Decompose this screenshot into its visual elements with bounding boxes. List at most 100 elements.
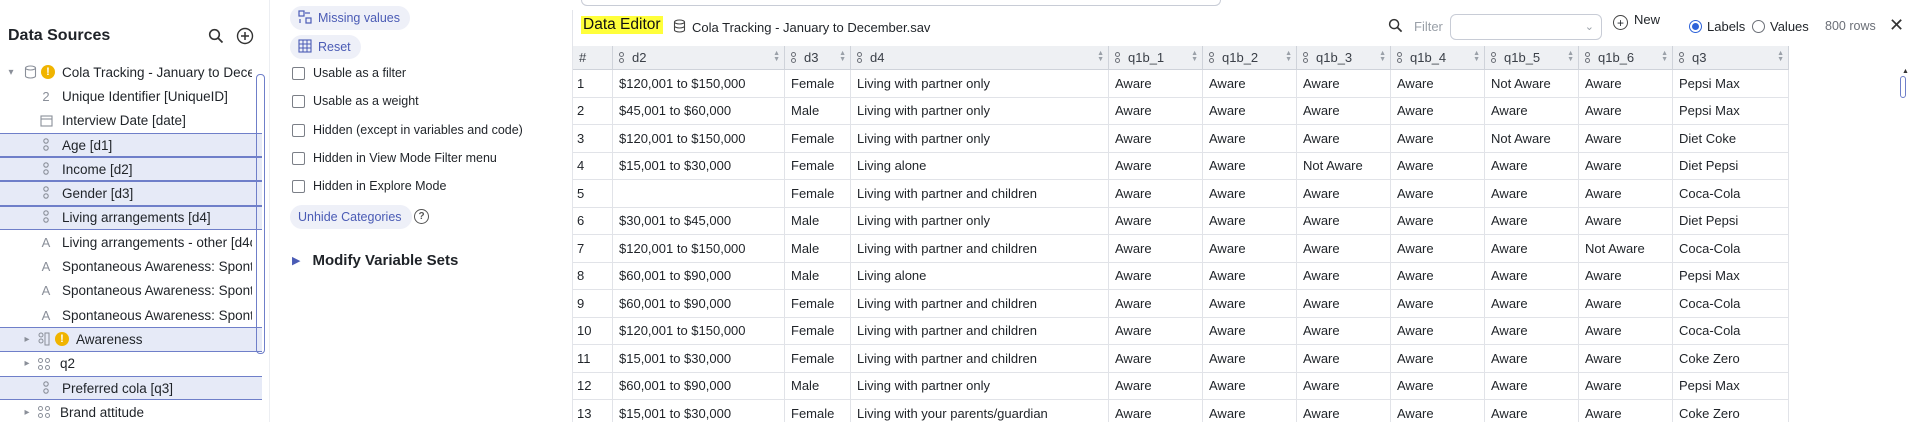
table-cell[interactable]: $60,001 to $90,000 xyxy=(613,372,785,400)
table-cell[interactable] xyxy=(613,180,785,208)
hidden-explore-mode-checkbox[interactable]: Hidden in Explore Mode xyxy=(292,176,446,196)
table-cell[interactable]: Living with partner and children xyxy=(851,235,1109,263)
table-cell[interactable]: Female xyxy=(785,400,851,422)
table-cell[interactable]: $120,001 to $150,000 xyxy=(613,70,785,98)
caret-down-icon[interactable]: ▾ xyxy=(6,67,16,78)
table-cell[interactable]: Aware xyxy=(1203,125,1297,153)
usable-as-filter-checkbox[interactable]: Usable as a filter xyxy=(292,63,406,83)
table-cell[interactable]: Coke Zero xyxy=(1673,400,1789,422)
table-cell[interactable]: Aware xyxy=(1297,262,1391,290)
table-cell[interactable]: Aware xyxy=(1203,235,1297,263)
table-cell[interactable]: Aware xyxy=(1485,207,1579,235)
column-header[interactable]: q1b_3 ▲ ▼ xyxy=(1297,46,1391,70)
unhide-categories-button[interactable]: Unhide Categories xyxy=(290,205,412,229)
table-cell[interactable]: $15,001 to $30,000 xyxy=(613,345,785,373)
table-cell[interactable]: Aware xyxy=(1297,207,1391,235)
caret-right-icon[interactable]: ▸ xyxy=(22,334,32,345)
table-cell[interactable]: Aware xyxy=(1203,290,1297,318)
labels-radio[interactable]: Labels xyxy=(1689,19,1745,34)
table-cell[interactable]: Aware xyxy=(1579,70,1673,98)
table-cell[interactable]: Male xyxy=(785,262,851,290)
column-header[interactable]: q1b_2 ▲ ▼ xyxy=(1203,46,1297,70)
table-cell[interactable]: Aware xyxy=(1391,180,1485,208)
sort-arrows-icon[interactable]: ▲ ▼ xyxy=(1567,50,1574,63)
table-cell[interactable]: Female xyxy=(785,317,851,345)
table-cell[interactable]: Aware xyxy=(1391,262,1485,290)
column-header[interactable]: q3 ▲ ▼ xyxy=(1673,46,1789,70)
table-cell[interactable]: Female xyxy=(785,70,851,98)
column-header[interactable]: d4 ▲ ▼ xyxy=(851,46,1109,70)
column-header[interactable]: q1b_5 ▲ ▼ xyxy=(1485,46,1579,70)
table-cell[interactable]: Living with partner only xyxy=(851,70,1109,98)
table-cell[interactable]: Aware xyxy=(1109,235,1203,263)
table-cell[interactable]: Aware xyxy=(1579,152,1673,180)
table-cell[interactable]: Diet Coke xyxy=(1673,125,1789,153)
table-cell[interactable]: Coca-Cola xyxy=(1673,290,1789,318)
tree-item[interactable]: Living arrangements [d4] xyxy=(0,205,262,231)
table-cell[interactable]: Female xyxy=(785,180,851,208)
table-cell[interactable]: Aware xyxy=(1109,345,1203,373)
sort-arrows-icon[interactable]: ▲ ▼ xyxy=(1473,50,1480,63)
table-cell[interactable]: Aware xyxy=(1297,345,1391,373)
tree-item[interactable]: Income [d2] xyxy=(0,157,262,182)
add-circle-icon[interactable] xyxy=(233,24,257,48)
table-cell[interactable]: Aware xyxy=(1109,97,1203,125)
tree-item[interactable]: Age [d1] xyxy=(0,132,262,158)
table-cell[interactable]: Male xyxy=(785,372,851,400)
table-cell[interactable]: $15,001 to $30,000 xyxy=(613,400,785,422)
table-cell[interactable]: Aware xyxy=(1579,262,1673,290)
table-cell[interactable]: Living with partner only xyxy=(851,372,1109,400)
reset-button[interactable]: Reset xyxy=(290,35,361,59)
table-cell[interactable]: Aware xyxy=(1109,207,1203,235)
table-cell[interactable]: Aware xyxy=(1203,207,1297,235)
table-cell[interactable]: $45,001 to $60,000 xyxy=(613,97,785,125)
table-cell[interactable]: Living alone xyxy=(851,262,1109,290)
scroll-up-arrow-icon[interactable]: ▲ xyxy=(1902,68,1909,75)
table-cell[interactable]: Female xyxy=(785,345,851,373)
usable-as-weight-checkbox[interactable]: Usable as a weight xyxy=(292,91,419,111)
table-cell[interactable]: Not Aware xyxy=(1485,125,1579,153)
table-cell[interactable]: Aware xyxy=(1109,317,1203,345)
sort-arrows-icon[interactable]: ▲ ▼ xyxy=(1661,50,1668,63)
table-cell[interactable]: Living with partner only xyxy=(851,97,1109,125)
table-cell[interactable]: Aware xyxy=(1297,180,1391,208)
table-cell[interactable]: Aware xyxy=(1203,70,1297,98)
caret-right-icon[interactable]: ▸ xyxy=(22,358,32,369)
sort-arrows-icon[interactable]: ▲ ▼ xyxy=(1191,50,1198,63)
column-header[interactable]: d2 ▲ ▼ xyxy=(613,46,785,70)
table-cell[interactable]: Aware xyxy=(1485,262,1579,290)
table-cell[interactable]: Aware xyxy=(1579,125,1673,153)
column-header[interactable]: q1b_1 ▲ ▼ xyxy=(1109,46,1203,70)
caret-right-icon[interactable]: ▸ xyxy=(22,407,32,418)
table-cell[interactable]: Aware xyxy=(1297,290,1391,318)
checkbox-box[interactable] xyxy=(292,151,305,165)
table-cell[interactable]: Aware xyxy=(1297,372,1391,400)
table-cell[interactable]: Aware xyxy=(1203,400,1297,422)
table-cell[interactable]: $15,001 to $30,000 xyxy=(613,152,785,180)
table-cell[interactable]: Aware xyxy=(1203,97,1297,125)
missing-values-button[interactable]: Missing values xyxy=(290,6,410,30)
table-cell[interactable]: Diet Pepsi xyxy=(1673,152,1789,180)
table-cell[interactable]: Aware xyxy=(1203,317,1297,345)
table-cell[interactable]: Not Aware xyxy=(1579,235,1673,263)
table-cell[interactable]: Not Aware xyxy=(1297,152,1391,180)
sort-arrows-icon[interactable]: ▲ ▼ xyxy=(1379,50,1386,63)
table-cell[interactable]: Aware xyxy=(1391,290,1485,318)
table-cell[interactable]: Aware xyxy=(1297,97,1391,125)
table-cell[interactable]: Living alone xyxy=(851,152,1109,180)
new-button[interactable]: + New xyxy=(1613,12,1660,30)
column-header[interactable]: q1b_6 ▲ ▼ xyxy=(1579,46,1673,70)
table-cell[interactable]: $60,001 to $90,000 xyxy=(613,262,785,290)
close-icon[interactable]: ✕ xyxy=(1889,15,1904,36)
table-cell[interactable]: Pepsi Max xyxy=(1673,372,1789,400)
table-cell[interactable]: Aware xyxy=(1109,180,1203,208)
table-cell[interactable]: $30,001 to $45,000 xyxy=(613,207,785,235)
table-cell[interactable]: Aware xyxy=(1485,290,1579,318)
table-cell[interactable]: Aware xyxy=(1109,290,1203,318)
table-cell[interactable]: Aware xyxy=(1579,290,1673,318)
table-cell[interactable]: Aware xyxy=(1203,372,1297,400)
checkbox-box[interactable] xyxy=(292,94,305,108)
table-cell[interactable]: Coke Zero xyxy=(1673,345,1789,373)
table-cell[interactable]: Aware xyxy=(1485,400,1579,422)
radio-button[interactable] xyxy=(1689,20,1702,33)
